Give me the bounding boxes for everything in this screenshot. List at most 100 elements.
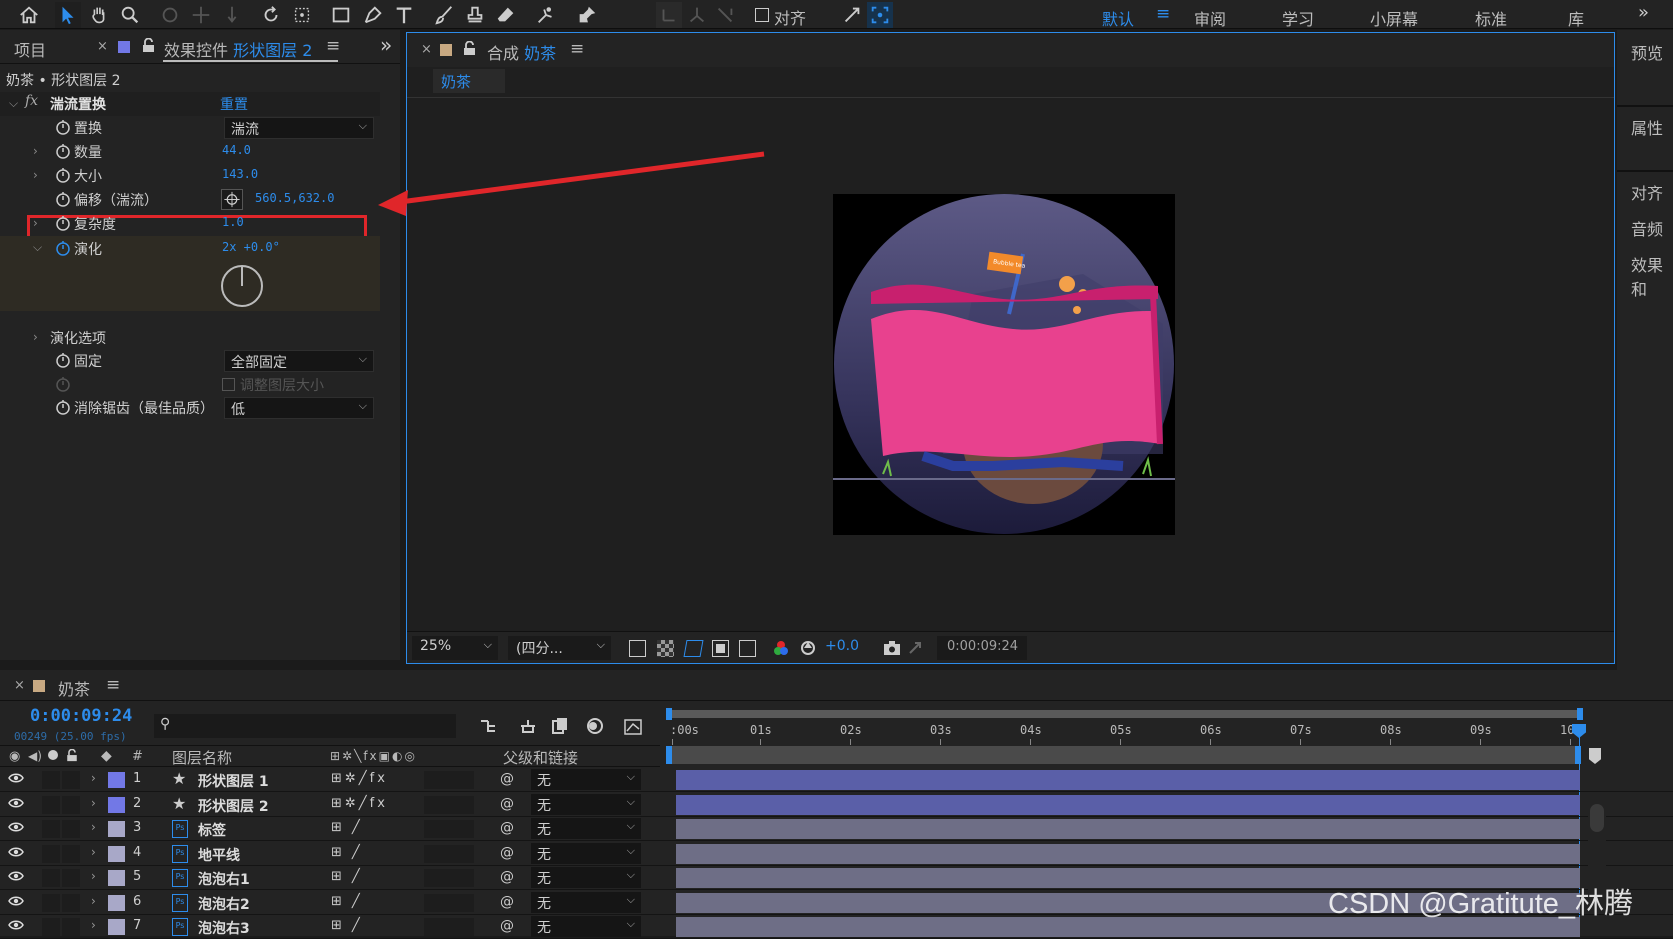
layer-name-column[interactable]: 图层名称 (172, 747, 232, 768)
workspace-learn[interactable]: 学习 (1282, 6, 1314, 30)
reset-exposure-icon[interactable] (800, 640, 816, 656)
lock-icon[interactable] (142, 37, 155, 53)
audio-toggle[interactable] (42, 795, 60, 814)
visibility-eye-icon[interactable] (8, 772, 24, 788)
hand-tool-icon[interactable] (86, 2, 112, 28)
orbit-tool-icon[interactable] (157, 2, 183, 28)
timeline-timecode[interactable]: 0:00:09:24 (30, 706, 132, 726)
resolution-dropdown[interactable]: (四分... ⌵ (508, 636, 611, 660)
fast-preview-icon[interactable] (629, 640, 646, 657)
eye-column-icon[interactable]: ◉ (9, 749, 20, 764)
stopwatch-icon[interactable] (55, 215, 71, 231)
pinning-dropdown[interactable]: 全部固定 ⌵ (224, 350, 374, 372)
layer-duration-bar[interactable] (676, 770, 1580, 790)
solo-column-icon[interactable] (48, 750, 58, 760)
resize-layer-checkbox[interactable] (222, 378, 235, 391)
visibility-eye-icon[interactable] (8, 797, 24, 813)
chevron-right-icon[interactable]: › (33, 216, 38, 230)
layer-switches[interactable]: ⊞✲╱fx (331, 771, 388, 786)
layer-name[interactable]: 泡泡右1 (198, 869, 250, 889)
stopwatch-icon[interactable] (55, 119, 71, 135)
point-picker-icon[interactable] (221, 189, 243, 210)
current-time-display[interactable]: 0:00:09:24 (937, 636, 1027, 660)
antialias-dropdown[interactable]: 低 ⌵ (224, 397, 374, 419)
workspace-small-screen[interactable]: 小屏幕 (1370, 6, 1418, 30)
chevron-right-icon[interactable]: › (91, 796, 96, 810)
chevron-right-icon[interactable]: › (91, 820, 96, 834)
layer-switch-boxes[interactable] (424, 918, 474, 936)
amount-value[interactable]: 44.0 (222, 143, 251, 157)
layer-name[interactable]: 地平线 (198, 845, 240, 865)
visibility-eye-icon[interactable] (8, 846, 24, 862)
chevron-right-icon[interactable]: › (91, 771, 96, 785)
expand-panels-icon[interactable]: » (380, 33, 392, 57)
pick-whip-icon[interactable]: @ (500, 845, 514, 861)
rectangle-tool-icon[interactable] (328, 2, 354, 28)
panel-menu-icon[interactable]: ≡ (326, 36, 340, 56)
chevron-right-icon[interactable]: › (33, 144, 38, 158)
chevron-right-icon[interactable]: › (91, 918, 96, 932)
lock-icon[interactable] (463, 40, 476, 56)
workspace-library[interactable]: 库 (1568, 6, 1584, 30)
chevron-right-icon[interactable]: › (91, 894, 96, 908)
region-of-interest-icon[interactable] (712, 640, 729, 657)
home-icon[interactable] (16, 2, 42, 28)
solo-toggle[interactable] (62, 869, 80, 887)
transparency-grid-icon[interactable] (657, 640, 674, 657)
layer-duration-bar[interactable] (676, 843, 1580, 864)
frame-blending-icon[interactable] (550, 716, 570, 736)
snapshot-icon[interactable] (883, 640, 901, 656)
layer-duration-bar[interactable] (676, 794, 1580, 815)
dolly-tool-icon[interactable] (219, 2, 245, 28)
parent-dropdown[interactable]: 无 ⌵ (531, 769, 641, 790)
audio-toggle[interactable] (42, 893, 60, 912)
parent-dropdown[interactable]: 无 ⌵ (531, 842, 641, 864)
snap-target-icon[interactable] (867, 2, 893, 28)
layer-row[interactable]: › 3 Ps 标签 ⊞╱ @ 无 ⌵ (0, 817, 1673, 841)
view-axis-icon[interactable] (712, 2, 738, 28)
solo-toggle[interactable] (62, 820, 80, 838)
parent-dropdown[interactable]: 无 ⌵ (531, 916, 641, 937)
pick-whip-icon[interactable]: @ (500, 869, 514, 885)
eraser-tool-icon[interactable] (493, 2, 519, 28)
workspace-default[interactable]: 默认 (1102, 6, 1134, 30)
workspace-review[interactable]: 审阅 (1194, 6, 1226, 30)
brush-tool-icon[interactable] (431, 2, 457, 28)
solo-toggle[interactable] (62, 893, 80, 912)
navigator-end-handle[interactable] (1575, 746, 1581, 764)
grid-guides-icon[interactable] (739, 640, 756, 657)
solo-toggle[interactable] (62, 918, 80, 936)
comp-marker-bin-icon[interactable] (1589, 748, 1601, 764)
layer-switches[interactable]: ⊞✲╱fx (331, 796, 388, 811)
tab-project[interactable]: 项目 (14, 37, 46, 61)
layer-name[interactable]: 形状图层 2 (198, 796, 269, 816)
layer-label-color[interactable] (108, 772, 125, 788)
close-tab-icon[interactable]: × (14, 678, 25, 693)
audio-toggle[interactable] (42, 771, 60, 789)
layer-row[interactable]: › 4 Ps 地平线 ⊞╱ @ 无 ⌵ (0, 842, 1673, 866)
navigator-start-handle[interactable] (666, 746, 672, 764)
layer-name[interactable]: 泡泡右3 (198, 918, 250, 938)
work-area-start-handle[interactable] (666, 708, 672, 720)
layer-row[interactable]: › 2 ★ 形状图层 2 ⊞✲╱fx @ 无 ⌵ (0, 793, 1673, 817)
comp-canvas[interactable]: Bubble tea (833, 194, 1175, 535)
lock-column-icon[interactable] (66, 748, 78, 762)
pan-tool-icon[interactable] (188, 2, 214, 28)
audio-toggle[interactable] (42, 820, 60, 838)
stopwatch-active-icon[interactable] (55, 240, 71, 256)
panel-menu-icon[interactable]: ≡ (106, 675, 120, 695)
rotate-tool-icon[interactable] (258, 2, 284, 28)
shy-layers-icon[interactable] (518, 716, 538, 736)
stopwatch-icon[interactable] (55, 352, 71, 368)
panel-align[interactable]: 对齐 (1631, 180, 1663, 204)
parent-dropdown[interactable]: 无 ⌵ (531, 793, 641, 815)
parent-column[interactable]: 父级和链接 (503, 747, 578, 768)
snapping-checkbox[interactable] (755, 8, 769, 22)
chevron-right-icon[interactable]: › (91, 869, 96, 883)
layer-search-input[interactable]: ⚲ (154, 714, 456, 738)
visibility-eye-icon[interactable] (8, 919, 24, 935)
parent-dropdown[interactable]: 无 ⌵ (531, 818, 641, 839)
complexity-value[interactable]: 1.0 (222, 215, 244, 229)
more-workspaces-icon[interactable]: » (1638, 2, 1649, 23)
pen-tool-icon[interactable] (360, 2, 386, 28)
